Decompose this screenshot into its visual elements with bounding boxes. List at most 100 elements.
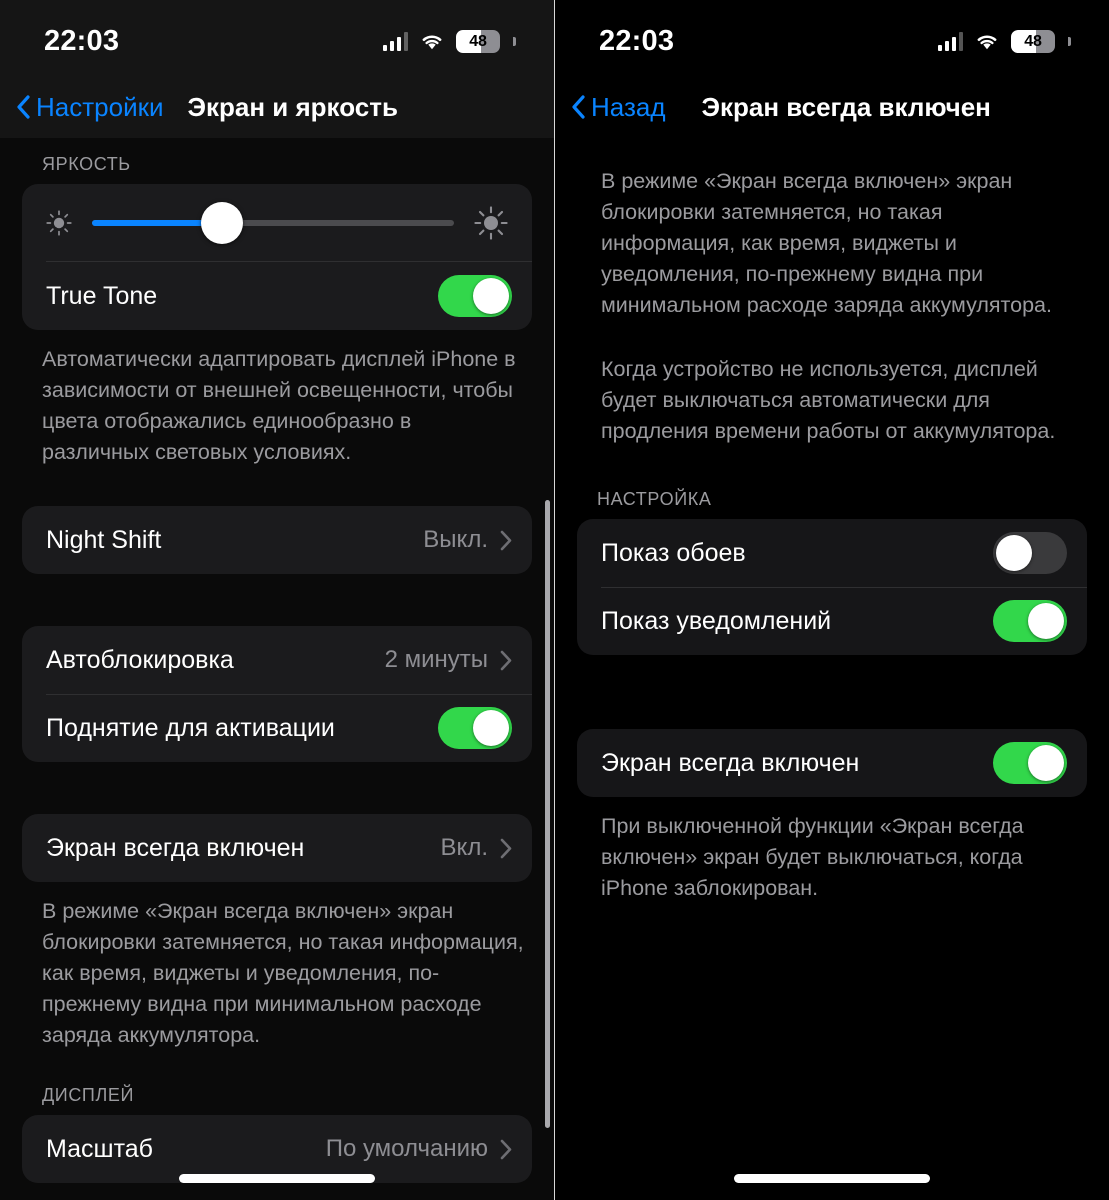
night-shift-group: Night Shift Выкл. [22,506,532,574]
status-time: 22:03 [599,24,675,57]
auto-lock-value-group: 2 минуты [385,646,512,674]
battery-icon: 48 [1011,29,1055,53]
row-auto-lock[interactable]: Автоблокировка 2 минуты [22,626,532,694]
show-wallpaper-toggle[interactable] [993,532,1067,574]
row-raise-to-wake[interactable]: Поднятие для активации [22,694,532,762]
toggle-knob [473,278,509,314]
always-on-group: Экран всегда включен Вкл. [22,814,532,882]
always-on-toggle-footnote: При выключенной функции «Экран всегда вк… [555,797,1109,904]
left-phone-screen: 22:03 48 Настройки Экран и яркость ЯРКОС… [0,0,554,1200]
always-on-label: Экран всегда включен [46,833,305,862]
brightness-footnote: Автоматически адаптировать дисплей iPhon… [0,330,554,468]
brightness-slider-thumb[interactable] [201,202,244,244]
description-paragraph-1: В режиме «Экран всегда включен» экран бл… [601,169,1052,317]
raise-to-wake-toggle[interactable] [438,707,512,749]
row-display-zoom[interactable]: Масштаб По умолчанию [22,1115,532,1183]
chevron-left-icon [17,95,30,119]
toggle-knob [473,710,509,746]
back-button-label: Настройки [36,91,164,122]
always-on-value: Вкл. [440,834,488,861]
back-button-settings[interactable]: Настройки [16,92,164,123]
cellular-bars-icon [382,31,408,51]
show-notifications-toggle[interactable] [993,600,1067,642]
battery-cap [513,36,516,46]
page-title-left: Экран и яркость [187,91,398,122]
section-header-setup: НАСТРОЙКА [597,489,712,509]
section-header-brightness: ЯРКОСТЬ [42,154,131,174]
back-button-previous[interactable]: Назад [571,92,666,123]
right-phone-screen: 22:03 48 Назад Экран всегда включен В ре… [555,0,1109,1200]
lock-group: Автоблокировка 2 минуты Поднятие для акт… [22,626,532,762]
always-on-value-group: Вкл. [441,834,512,862]
dual-screenshot-container: 22:03 48 Настройки Экран и яркость ЯРКОС… [0,0,1109,1200]
always-on-footnote-text: В режиме «Экран всегда включен» экран бл… [42,899,524,1047]
brightness-footnote-text: Автоматически адаптировать дисплей iPhon… [42,347,516,464]
toggle-knob [1028,603,1064,639]
row-always-on-display[interactable]: Экран всегда включен Вкл. [22,814,532,882]
nav-bar-right: Назад Экран всегда включен [555,76,1109,138]
auto-lock-value: 2 минуты [384,646,488,673]
row-night-shift[interactable]: Night Shift Выкл. [22,506,532,574]
show-wallpaper-label: Показ обоев [601,538,746,567]
true-tone-label: True Tone [46,281,158,310]
chevron-right-icon [500,838,512,858]
display-zoom-group: Масштаб По умолчанию [22,1115,532,1183]
chevron-right-icon [500,530,512,550]
always-on-description: В режиме «Экран всегда включен» экран бл… [555,138,1109,447]
home-indicator-left[interactable] [179,1174,375,1183]
toggle-knob [996,535,1032,571]
wifi-icon [422,35,442,50]
night-shift-value-group: Выкл. [423,526,512,554]
cellular-bars-icon [937,31,963,51]
brightness-high-icon [474,206,508,240]
chevron-left-icon [572,95,585,119]
battery-cap [1068,36,1071,46]
display-zoom-value: По умолчанию [325,1135,488,1162]
chevron-right-icon [500,1139,512,1159]
row-true-tone[interactable]: True Tone [22,262,532,330]
battery-percent-label: 48 [469,32,487,50]
display-zoom-value-group: По умолчанию [326,1135,512,1163]
toggle-knob [1028,745,1064,781]
night-shift-label: Night Shift [46,525,162,554]
description-paragraph-2: Когда устройство не используется, диспле… [601,357,1056,443]
display-zoom-footnote: Выберите вид для iPhone: «Крупный текст»… [0,1183,554,1200]
always-on-toggle-label: Экран всегда включен [601,748,860,777]
brightness-low-icon [46,210,72,236]
chevron-right-icon [500,650,512,670]
status-icons: 48 [382,24,516,53]
night-shift-value: Выкл. [423,526,488,553]
section-header-display: ДИСПЛЕЙ [42,1085,135,1105]
vertical-scrollbar[interactable] [545,500,550,1128]
back-button-label: Назад [591,91,666,122]
wifi-icon [977,35,997,50]
auto-lock-label: Автоблокировка [46,645,234,674]
always-on-toggle-footnote-text: При выключенной функции «Экран всегда вк… [601,814,1024,900]
true-tone-toggle[interactable] [438,275,512,317]
row-show-wallpaper[interactable]: Показ обоев [577,519,1087,587]
brightness-slider-row[interactable] [22,184,532,262]
always-on-toggle-group: Экран всегда включен [577,729,1087,797]
show-notifications-label: Показ уведомлений [601,606,832,635]
status-icons: 48 [937,24,1071,53]
status-time: 22:03 [44,24,120,57]
brightness-slider-track[interactable] [92,202,454,244]
row-show-notifications[interactable]: Показ уведомлений [577,587,1087,655]
setup-group: Показ обоев Показ уведомлений [577,519,1087,655]
status-bar-left: 22:03 48 [0,0,554,76]
row-always-on-toggle[interactable]: Экран всегда включен [577,729,1087,797]
nav-bar-left: Настройки Экран и яркость [0,76,554,138]
settings-list-right: В режиме «Экран всегда включен» экран бл… [555,138,1109,904]
raise-to-wake-label: Поднятие для активации [46,713,335,742]
settings-list-left: ЯРКОСТЬ True Tone Автоматически адаптиро… [0,138,554,1200]
always-on-toggle[interactable] [993,742,1067,784]
battery-icon: 48 [456,29,500,53]
home-indicator-right[interactable] [734,1174,930,1183]
always-on-footnote: В режиме «Экран всегда включен» экран бл… [0,882,554,1051]
battery-percent-label: 48 [1024,32,1042,50]
